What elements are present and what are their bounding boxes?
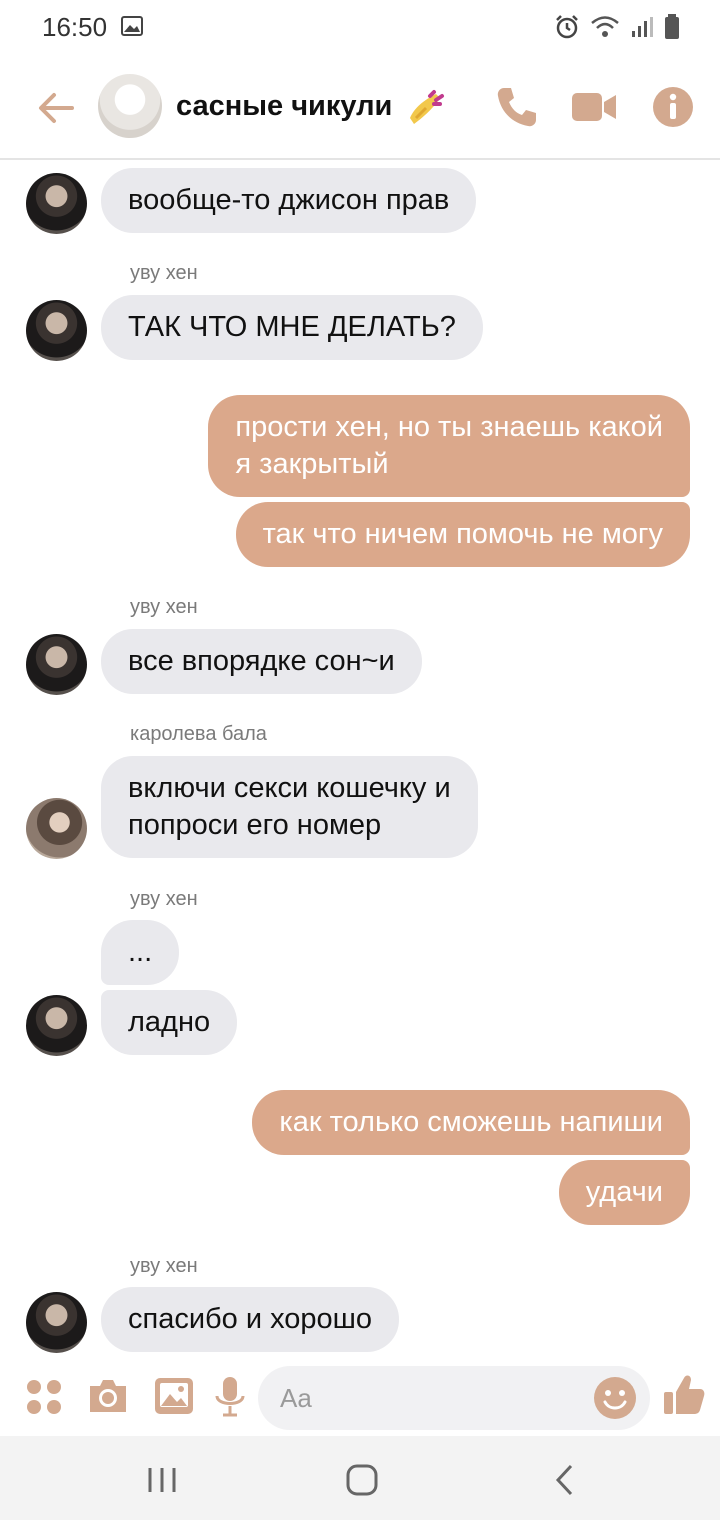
sender-name: уву хен (130, 888, 198, 910)
sender-avatar[interactable] (26, 1292, 87, 1353)
apps-icon[interactable] (24, 1374, 64, 1418)
battery-icon (665, 14, 679, 39)
incoming-message-bubble[interactable]: вообще-то джисон прав (101, 168, 477, 233)
incoming-message-bubble[interactable]: все впорядке сон~и (101, 629, 422, 694)
message-input-placeholder: Aa (280, 1383, 312, 1413)
chat-header: сасные чикули (0, 60, 720, 160)
home-icon[interactable] (342, 1460, 382, 1500)
gallery-icon[interactable] (152, 1374, 196, 1418)
sender-name: уву хен (130, 262, 198, 284)
emoji-icon[interactable] (592, 1375, 638, 1421)
back-arrow-icon[interactable] (34, 86, 78, 130)
message-text: удачи (585, 1176, 663, 1208)
message-list[interactable]: вообще-то джисон прав уву хен ТАК ЧТО МН… (0, 160, 720, 1360)
sender-name: уву хен (130, 1255, 198, 1277)
camera-icon[interactable] (86, 1374, 130, 1418)
incoming-message-bubble[interactable]: ладно (101, 990, 238, 1055)
system-navigation-bar (0, 1436, 720, 1520)
gallery-notification-icon (121, 16, 143, 36)
message-text-line: включи секси кошечку и (128, 772, 451, 804)
message-text: как только сможешь напиши (279, 1106, 663, 1138)
message-text: ладно (128, 1006, 211, 1038)
nail-polish-emoji-icon (410, 90, 444, 124)
outgoing-message-bubble[interactable]: удачи (558, 1160, 690, 1225)
alarm-icon (556, 15, 578, 39)
message-text-line: прости хен, но ты знаешь какой (235, 411, 663, 443)
group-name[interactable]: сасные чикули (176, 90, 392, 123)
message-input[interactable]: Aa (258, 1366, 650, 1430)
microphone-icon[interactable] (212, 1374, 248, 1418)
message-text: так что ничем помочь не могу (262, 518, 663, 550)
sender-avatar[interactable] (26, 634, 87, 695)
message-text: все впорядке сон~и (128, 645, 395, 677)
message-text: вообще-то джисон прав (128, 184, 450, 216)
back-icon[interactable] (546, 1460, 586, 1500)
outgoing-message-bubble[interactable]: как только сможешь напиши (252, 1090, 690, 1155)
message-composer: Aa (0, 1360, 720, 1436)
sender-avatar[interactable] (26, 995, 87, 1056)
phone-icon[interactable] (494, 84, 540, 130)
video-camera-icon[interactable] (570, 84, 618, 130)
signal-icon (632, 17, 653, 37)
incoming-message-bubble[interactable]: включи секси кошечку и попроси его номер (101, 756, 478, 858)
outgoing-message-bubble[interactable]: так что ничем помочь не могу (235, 502, 690, 567)
sender-avatar[interactable] (26, 798, 87, 859)
message-text: спасибо и хорошо (128, 1303, 373, 1335)
message-text-line: я закрытый (235, 448, 389, 480)
group-avatar[interactable] (98, 74, 162, 138)
thumbs-up-icon[interactable] (662, 1372, 706, 1418)
sender-name: уву хен (130, 596, 198, 618)
wifi-icon (591, 16, 619, 37)
message-text: ТАК ЧТО МНЕ ДЕЛАТЬ? (128, 311, 456, 343)
sender-name: каролева бала (130, 723, 267, 745)
recents-icon[interactable] (142, 1460, 182, 1500)
message-text: ... (128, 936, 153, 968)
incoming-message-bubble[interactable]: ... (101, 920, 180, 985)
status-bar: 16:50 (0, 0, 720, 56)
info-icon[interactable] (652, 86, 694, 128)
status-time: 16:50 (42, 12, 108, 42)
incoming-message-bubble[interactable]: спасибо и хорошо (101, 1287, 400, 1352)
incoming-message-bubble[interactable]: ТАК ЧТО МНЕ ДЕЛАТЬ? (101, 295, 483, 360)
outgoing-message-bubble[interactable]: прости хен, но ты знаешь какой я закрыты… (208, 395, 690, 497)
sender-avatar[interactable] (26, 173, 87, 234)
message-text-line: попроси его номер (128, 809, 382, 841)
sender-avatar[interactable] (26, 300, 87, 361)
